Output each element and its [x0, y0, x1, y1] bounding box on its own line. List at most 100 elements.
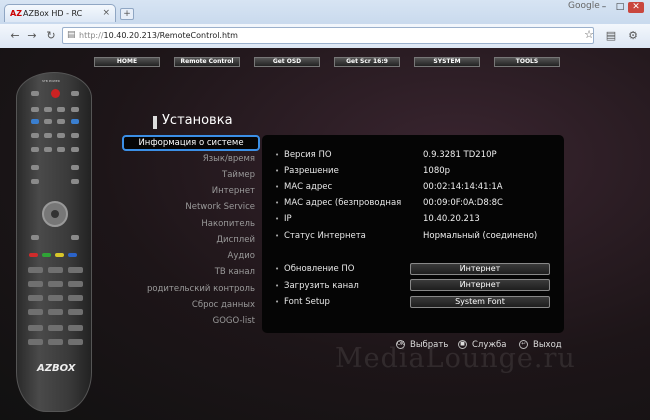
- number-key[interactable]: [68, 267, 83, 273]
- browser-tab[interactable]: AZ AZBox HD - RC ×: [4, 4, 116, 22]
- sidebar-item-system-info[interactable]: Информация о системе: [122, 135, 260, 151]
- azbox-favicon-icon: AZ: [10, 9, 22, 18]
- tab-close-icon[interactable]: ×: [102, 8, 110, 18]
- menu-home-button[interactable]: HOME: [94, 57, 160, 67]
- page-menu-icon[interactable]: ▤: [604, 29, 618, 43]
- info-label: Разрешение: [284, 166, 339, 176]
- remote-button[interactable]: [57, 147, 65, 152]
- wrench-icon[interactable]: ⚙: [626, 29, 640, 43]
- remote-button[interactable]: [71, 235, 79, 240]
- info-value: 0.9.3281 TD210P: [423, 150, 497, 160]
- address-bar[interactable]: ▤ http://10.40.20.213/RemoteControl.htm: [62, 27, 594, 44]
- ok-icon: OK: [396, 340, 405, 349]
- remote-button[interactable]: [31, 165, 39, 170]
- remote-button[interactable]: [71, 147, 79, 152]
- top-menu: HOME Remote Control Get OSD Get Scr 16:9…: [94, 57, 564, 67]
- load-channel-button[interactable]: Интернет: [410, 279, 550, 291]
- remote-button[interactable]: [31, 179, 39, 184]
- number-key[interactable]: [68, 309, 83, 315]
- remote-button[interactable]: [57, 133, 65, 138]
- bullet-icon: •: [275, 232, 280, 240]
- red-button[interactable]: [29, 253, 38, 257]
- close-window-button[interactable]: ✕: [628, 2, 644, 13]
- yellow-button[interactable]: [55, 253, 64, 257]
- blue-button[interactable]: [68, 253, 77, 257]
- number-key[interactable]: [68, 339, 83, 345]
- power-button[interactable]: [51, 89, 60, 98]
- number-key[interactable]: [68, 325, 83, 331]
- remote-button[interactable]: [44, 119, 52, 124]
- number-key[interactable]: [48, 281, 63, 287]
- number-key[interactable]: [48, 309, 63, 315]
- maximize-button[interactable]: □: [612, 2, 628, 13]
- remote-button[interactable]: [31, 107, 39, 112]
- remote-button[interactable]: [71, 133, 79, 138]
- bullet-icon: •: [275, 215, 280, 223]
- sidebar-item-factory-reset[interactable]: Сброс данных: [115, 300, 255, 310]
- green-button[interactable]: [42, 253, 51, 257]
- menu-remote-control-button[interactable]: Remote Control: [174, 57, 240, 67]
- sidebar-item-parental-control[interactable]: родительский контроль: [115, 284, 255, 294]
- menu-get-scr-button[interactable]: Get Scr 16:9: [334, 57, 400, 67]
- remote-button[interactable]: [71, 91, 79, 96]
- sidebar-item-network-service[interactable]: Network Service: [115, 202, 255, 212]
- menu-get-osd-button[interactable]: Get OSD: [254, 57, 320, 67]
- sidebar-item-tv-channel[interactable]: ТВ канал: [115, 267, 255, 277]
- ok-button[interactable]: [51, 210, 59, 218]
- number-key[interactable]: [28, 281, 43, 287]
- new-tab-button[interactable]: +: [120, 8, 134, 20]
- remote-button[interactable]: [71, 179, 79, 184]
- remote-button[interactable]: [57, 107, 65, 112]
- info-label: МАС адрес (безпроводная: [284, 198, 402, 208]
- sidebar-item-storage[interactable]: Накопитель: [115, 219, 255, 229]
- info-value: 1080p: [423, 166, 451, 176]
- number-key[interactable]: [28, 339, 43, 345]
- back-icon: ↩: [519, 340, 528, 349]
- sidebar-item-audio[interactable]: Аудио: [115, 251, 255, 261]
- remote-button[interactable]: [31, 133, 39, 138]
- reload-icon[interactable]: ↻: [44, 29, 58, 43]
- remote-button[interactable]: [57, 119, 65, 124]
- number-key[interactable]: [48, 339, 63, 345]
- firmware-update-button[interactable]: Интернет: [410, 263, 550, 275]
- remote-button[interactable]: [71, 165, 79, 170]
- number-key[interactable]: [28, 267, 43, 273]
- sidebar-item-gogo-list[interactable]: GOGO-list: [115, 316, 255, 326]
- remote-button[interactable]: [71, 107, 79, 112]
- dpad-navigation[interactable]: [42, 201, 68, 227]
- stop-icon: ■: [458, 340, 467, 349]
- number-key[interactable]: [48, 267, 63, 273]
- number-key[interactable]: [28, 325, 43, 331]
- bullet-icon: •: [275, 298, 280, 306]
- menu-tools-button[interactable]: TOOLS: [494, 57, 560, 67]
- remote-button[interactable]: [31, 147, 39, 152]
- sidebar-item-internet[interactable]: Интернет: [115, 186, 255, 196]
- number-key[interactable]: [48, 295, 63, 301]
- number-key[interactable]: [68, 295, 83, 301]
- font-setup-button[interactable]: System Font: [410, 296, 550, 308]
- forward-arrow-icon[interactable]: →: [25, 29, 39, 43]
- action-label: Загрузить канал: [284, 281, 359, 291]
- bookmark-star-icon[interactable]: ☆: [582, 28, 596, 42]
- number-key[interactable]: [68, 281, 83, 287]
- remote-button[interactable]: [44, 107, 52, 112]
- remote-button[interactable]: [31, 119, 39, 124]
- hint-select: Выбрать: [410, 340, 449, 350]
- remote-button[interactable]: [31, 91, 39, 96]
- sidebar-item-timer[interactable]: Таймер: [115, 170, 255, 180]
- remote-button[interactable]: [31, 235, 39, 240]
- number-key[interactable]: [28, 295, 43, 301]
- remote-button[interactable]: [44, 133, 52, 138]
- url-text: 10.40.20.213/RemoteControl.htm: [103, 31, 238, 40]
- remote-button[interactable]: [71, 119, 79, 124]
- number-key[interactable]: [28, 309, 43, 315]
- sidebar-item-language-time[interactable]: Язык/время: [115, 154, 255, 164]
- number-key[interactable]: [48, 325, 63, 331]
- sidebar-item-display[interactable]: Дисплей: [115, 235, 255, 245]
- back-arrow-icon[interactable]: ←: [8, 29, 22, 43]
- hint-service: Служба: [472, 340, 507, 350]
- info-value: 00:09:0F:0A:D8:8C: [423, 198, 503, 208]
- minimize-button[interactable]: –: [596, 2, 612, 13]
- remote-button[interactable]: [44, 147, 52, 152]
- menu-system-button[interactable]: SYSTEM: [414, 57, 480, 67]
